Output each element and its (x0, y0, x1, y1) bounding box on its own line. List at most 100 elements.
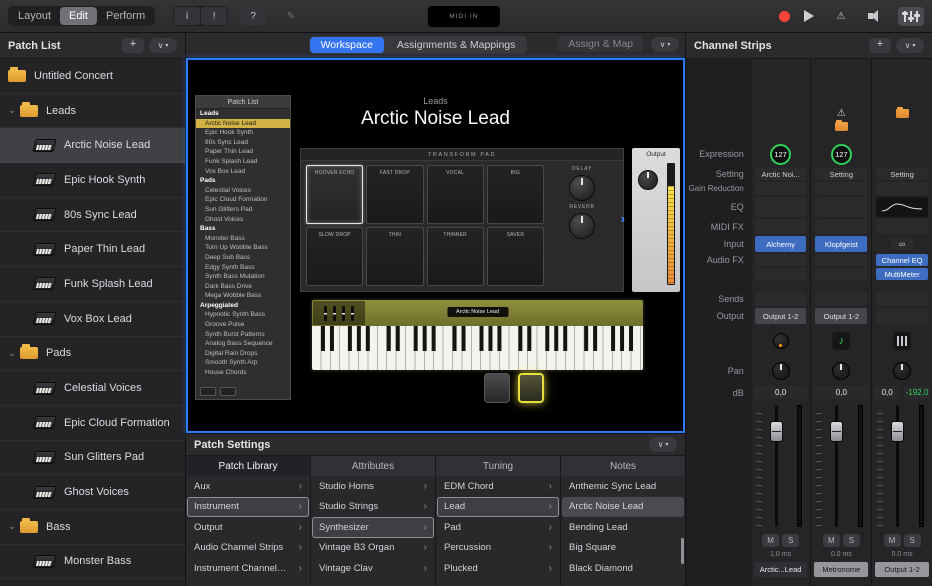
channel-strips-inspector-icon[interactable] (898, 7, 924, 26)
onscreen-patch-list-row[interactable]: Analog Bass Sequence (196, 339, 290, 349)
output-volume-knob[interactable] (638, 170, 658, 190)
onscreen-keyboard[interactable]: Arctic Noise Lead (310, 298, 645, 372)
onscreen-patch-list-row[interactable]: Dark Bass Drive (196, 282, 290, 292)
disclosure-icon[interactable]: ⌄ (8, 521, 20, 532)
mini-control-box[interactable] (200, 387, 216, 396)
onscreen-patch-list-row[interactable]: Funk Splash Lead (196, 157, 290, 167)
solo-button[interactable]: S (782, 534, 799, 547)
onscreen-patch-list-row[interactable]: Celestial Voices (196, 186, 290, 196)
patch-list-row[interactable]: ⌄ Pads (0, 337, 185, 372)
browser-row[interactable]: Audio Channel Strips › (187, 538, 309, 559)
onscreen-patch-list-row[interactable]: 80s Sync Lead (196, 138, 290, 148)
onscreen-patch-list-row[interactable]: Mega Wobble Bass (196, 291, 290, 301)
audio-fx-plugin-button[interactable]: Channel EQ (876, 254, 928, 266)
volume-fader[interactable] (896, 405, 899, 527)
channel-strips-action-menu[interactable]: ∨▾ (896, 38, 924, 53)
patch-list-row[interactable]: ⌄ Bass (0, 510, 185, 545)
setting-button[interactable]: Setting (815, 168, 867, 180)
output-button[interactable]: Output 1-2 (815, 308, 867, 324)
transform-pad-button[interactable]: THINNER (427, 227, 484, 286)
browser-row[interactable]: Lead › (437, 497, 559, 518)
keyboard-keys[interactable] (312, 326, 643, 370)
info-icon[interactable]: i (174, 7, 200, 25)
add-patch-button[interactable]: + (122, 38, 144, 53)
onscreen-patch-list-row[interactable]: Arpeggiated (196, 301, 290, 311)
send-slot[interactable] (876, 292, 928, 306)
onscreen-patch-list-row[interactable]: Hypnotic Synth Bass (196, 310, 290, 320)
solo-button[interactable]: S (904, 534, 921, 547)
channel-name[interactable]: Metronome (814, 562, 868, 577)
browser-row[interactable]: Aux › (187, 476, 309, 497)
browser-row[interactable]: Big Square › (562, 538, 684, 559)
eq-thumbnail[interactable] (876, 197, 928, 217)
send-slot[interactable] (815, 292, 867, 306)
transform-pad-button[interactable]: BIG (487, 165, 544, 224)
onscreen-patch-list-row[interactable]: Ghost Voices (196, 215, 290, 225)
patch-list-row[interactable]: ⌄ Paper Thin Lead (0, 232, 185, 267)
edit-pencil-icon[interactable]: ✎ (278, 7, 304, 25)
disclosure-icon[interactable]: ⌄ (8, 105, 20, 116)
audio-fx-slot[interactable] (815, 268, 867, 280)
onscreen-patch-list-row[interactable]: Deep Sub Bass (196, 253, 290, 263)
browser-row[interactable]: Instrument › (187, 497, 309, 518)
tab-assignments-mappings[interactable]: Assignments & Mappings (386, 37, 526, 53)
transform-pad-button[interactable]: FAST DROP (366, 165, 423, 224)
volume-value[interactable]: 0,0 (754, 386, 808, 399)
activity-icon[interactable]: ! (201, 7, 227, 25)
balance-knob[interactable] (893, 362, 911, 380)
input-plugin-button[interactable]: Klopfgeist (815, 236, 867, 252)
patch-list-row[interactable]: ⌄ 80s Sync Lead (0, 198, 185, 233)
onscreen-patch-list-row[interactable]: Torn Up Wobble Bass (196, 243, 290, 253)
solo-button[interactable]: S (843, 534, 860, 547)
expression-knob[interactable]: 127 (831, 144, 852, 165)
onscreen-patch-list-row[interactable]: Paper Thin Lead (196, 147, 290, 157)
mini-control-box[interactable] (220, 387, 236, 396)
browser-row[interactable]: Black Diamond › (562, 558, 684, 579)
pan-knob[interactable] (832, 362, 850, 380)
browser-row[interactable]: Vintage Clav › (312, 558, 434, 579)
expression-knob[interactable]: 127 (770, 144, 791, 165)
patch-settings-tab[interactable]: Attributes (311, 456, 435, 476)
reverb-knob[interactable] (569, 213, 595, 239)
add-channel-strip-button[interactable]: + (869, 38, 891, 53)
setting-button[interactable]: Setting (876, 168, 928, 180)
pad-bank-next-icon[interactable]: › (621, 211, 625, 226)
assign-map-button[interactable]: Assign & Map (558, 36, 643, 52)
patch-list-row[interactable]: ⌄ Leads (0, 94, 185, 129)
mode-button[interactable]: Layout (9, 7, 60, 25)
patch-list-row[interactable]: ⌄ Untitled Concert (0, 59, 185, 94)
audio-fx-plugin-button[interactable]: MultiMeter (876, 268, 928, 280)
help-icon[interactable]: ? (240, 7, 266, 25)
mute-button[interactable]: M (762, 534, 779, 547)
transform-pad-button[interactable]: SAVER (487, 227, 544, 286)
patch-list-row[interactable]: ⌄ Ghost Voices (0, 475, 185, 510)
patch-list-row[interactable]: ⌄ Vox Box Lead (0, 302, 185, 337)
eq-slot[interactable] (815, 197, 867, 217)
transform-pad-button[interactable]: HOOVER ECHO (306, 165, 363, 224)
patch-settings-action-menu[interactable]: ∨▾ (649, 437, 677, 452)
browser-scrollbar[interactable] (681, 538, 684, 564)
patch-list-row[interactable]: ⌄ Monster Bass (0, 545, 185, 580)
mode-button[interactable]: Edit (60, 7, 97, 25)
onscreen-patch-list-row[interactable]: Synth Bass Mutation (196, 272, 290, 282)
disclosure-icon[interactable]: ⌄ (8, 348, 20, 359)
midi-fx-slot[interactable] (876, 219, 928, 234)
onscreen-patch-list-row[interactable]: Edgy Synth Bass (196, 263, 290, 273)
tab-workspace[interactable]: Workspace (310, 37, 384, 53)
volume-value[interactable]: 0,0 (874, 386, 900, 399)
browser-row[interactable]: Vintage B3 Organ › (312, 538, 434, 559)
patch-list-row[interactable]: ⌄ Epic Hook Synth (0, 163, 185, 198)
patch-list-action-menu[interactable]: ∨▾ (149, 38, 177, 53)
eq-slot[interactable] (755, 197, 807, 217)
pedal-selected[interactable] (518, 373, 544, 403)
patch-list-row[interactable]: ⌄ Epic Cloud Formation (0, 406, 185, 441)
onscreen-patch-list-row[interactable]: Sun Glitters Pad (196, 205, 290, 215)
onscreen-patch-list-row[interactable]: Smooth Synth Arp (196, 358, 290, 368)
onscreen-patch-list-row[interactable]: Groove Pulse (196, 320, 290, 330)
output-button[interactable]: Output 1-2 (755, 308, 807, 324)
master-mute-icon[interactable] (868, 10, 884, 22)
stereo-input-icon[interactable]: ∞ (891, 238, 913, 250)
mute-button[interactable]: M (823, 534, 840, 547)
onscreen-patch-list-row[interactable]: Monster Bass (196, 234, 290, 244)
mode-button[interactable]: Perform (97, 7, 154, 25)
